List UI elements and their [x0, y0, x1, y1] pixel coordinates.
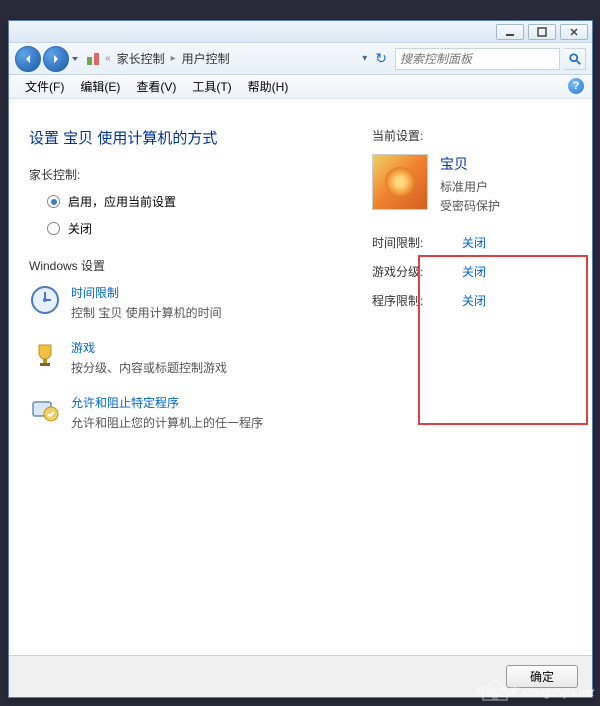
radio-icon — [47, 222, 60, 235]
status-programs-value[interactable]: 关闭 — [462, 292, 486, 309]
right-column: 当前设置: 宝贝 标准用户 受密码保护 时间限制: 关闭 游戏分级: 关闭 — [362, 127, 572, 635]
setting-programs: 允许和阻止特定程序 允许和阻止您的计算机上的任一程序 — [29, 394, 362, 431]
titlebar — [9, 21, 592, 43]
menu-help[interactable]: 帮助(H) — [240, 76, 297, 97]
programs-desc: 允许和阻止您的计算机上的任一程序 — [71, 414, 263, 431]
help-icon[interactable]: ? — [568, 78, 584, 94]
radio-disable[interactable]: 关闭 — [47, 220, 362, 237]
programs-icon — [29, 394, 61, 426]
status-games-label: 游戏分级: — [372, 263, 462, 280]
breadcrumb-sep-icon: « — [105, 53, 111, 64]
breadcrumb-parental[interactable]: 家长控制 — [117, 50, 165, 67]
maximize-button[interactable] — [528, 24, 556, 40]
chevron-right-icon: ▸ — [171, 53, 176, 64]
radio-enable[interactable]: 启用，应用当前设置 — [47, 193, 362, 210]
games-desc: 按分级、内容或标题控制游戏 — [71, 359, 227, 376]
forward-button[interactable] — [43, 46, 69, 72]
status-programs-label: 程序限制: — [372, 292, 462, 309]
games-link[interactable]: 游戏 — [71, 339, 227, 356]
search-button[interactable] — [564, 48, 586, 70]
status-row-games: 游戏分级: 关闭 — [372, 263, 572, 280]
status-row-programs: 程序限制: 关闭 — [372, 292, 572, 309]
windows-settings-label: Windows 设置 — [29, 257, 362, 274]
left-column: 设置 宝贝 使用计算机的方式 家长控制: 启用，应用当前设置 关闭 Window… — [29, 127, 362, 635]
menu-view[interactable]: 查看(V) — [128, 76, 184, 97]
status-time-value[interactable]: 关闭 — [462, 234, 486, 251]
watermark-logo-icon — [480, 676, 510, 702]
nav-history-dropdown[interactable] — [69, 49, 81, 69]
time-limit-link[interactable]: 时间限制 — [71, 284, 222, 301]
user-box: 宝贝 标准用户 受密码保护 — [372, 154, 572, 216]
menu-file[interactable]: 文件(F) — [17, 76, 72, 97]
status-games-value[interactable]: 关闭 — [462, 263, 486, 280]
content-area: 设置 宝贝 使用计算机的方式 家长控制: 启用，应用当前设置 关闭 Window… — [9, 99, 592, 655]
breadcrumb: « 家长控制 ▸ 用户控制 — [105, 50, 230, 67]
parental-radio-group: 启用，应用当前设置 关闭 — [47, 193, 362, 237]
radio-enable-label: 启用，应用当前设置 — [68, 193, 176, 210]
programs-link[interactable]: 允许和阻止特定程序 — [71, 394, 263, 411]
status-row-time: 时间限制: 关闭 — [372, 234, 572, 251]
clock-icon — [29, 284, 61, 316]
page-title: 设置 宝贝 使用计算机的方式 — [29, 127, 362, 148]
navbar: « 家长控制 ▸ 用户控制 ▾ ↻ — [9, 43, 592, 75]
ok-button[interactable]: 确定 — [506, 665, 578, 688]
back-button[interactable] — [15, 46, 41, 72]
status-table: 时间限制: 关闭 游戏分级: 关闭 程序限制: 关闭 — [372, 234, 572, 309]
search-box[interactable] — [395, 48, 560, 70]
menu-edit[interactable]: 编辑(E) — [72, 76, 128, 97]
minimize-button[interactable] — [496, 24, 524, 40]
time-limit-desc: 控制 宝贝 使用计算机的时间 — [71, 304, 222, 321]
control-panel-icon — [85, 51, 101, 67]
refresh-icon[interactable]: ↻ — [375, 50, 387, 67]
menubar: 文件(F) 编辑(E) 查看(V) 工具(T) 帮助(H) ? — [9, 75, 592, 99]
user-type: 标准用户 — [440, 178, 500, 195]
radio-disable-label: 关闭 — [68, 220, 92, 237]
radio-icon — [47, 195, 60, 208]
search-input[interactable] — [400, 52, 557, 66]
menu-tools[interactable]: 工具(T) — [184, 76, 239, 97]
setting-games: 游戏 按分级、内容或标题控制游戏 — [29, 339, 362, 376]
user-password: 受密码保护 — [440, 197, 500, 214]
parental-control-label: 家长控制: — [29, 166, 362, 183]
breadcrumb-usercontrol[interactable]: 用户控制 — [182, 50, 230, 67]
avatar — [372, 154, 428, 210]
user-name: 宝贝 — [440, 154, 500, 174]
current-settings-label: 当前设置: — [372, 127, 572, 144]
setting-time-limit: 时间限制 控制 宝贝 使用计算机的时间 — [29, 284, 362, 321]
trophy-icon — [29, 339, 61, 371]
status-time-label: 时间限制: — [372, 234, 462, 251]
control-panel-window: « 家长控制 ▸ 用户控制 ▾ ↻ 文件(F) 编辑(E) 查看(V) 工具(T… — [8, 20, 593, 698]
breadcrumb-dropdown-icon[interactable]: ▾ — [362, 53, 367, 64]
close-button[interactable] — [560, 24, 588, 40]
